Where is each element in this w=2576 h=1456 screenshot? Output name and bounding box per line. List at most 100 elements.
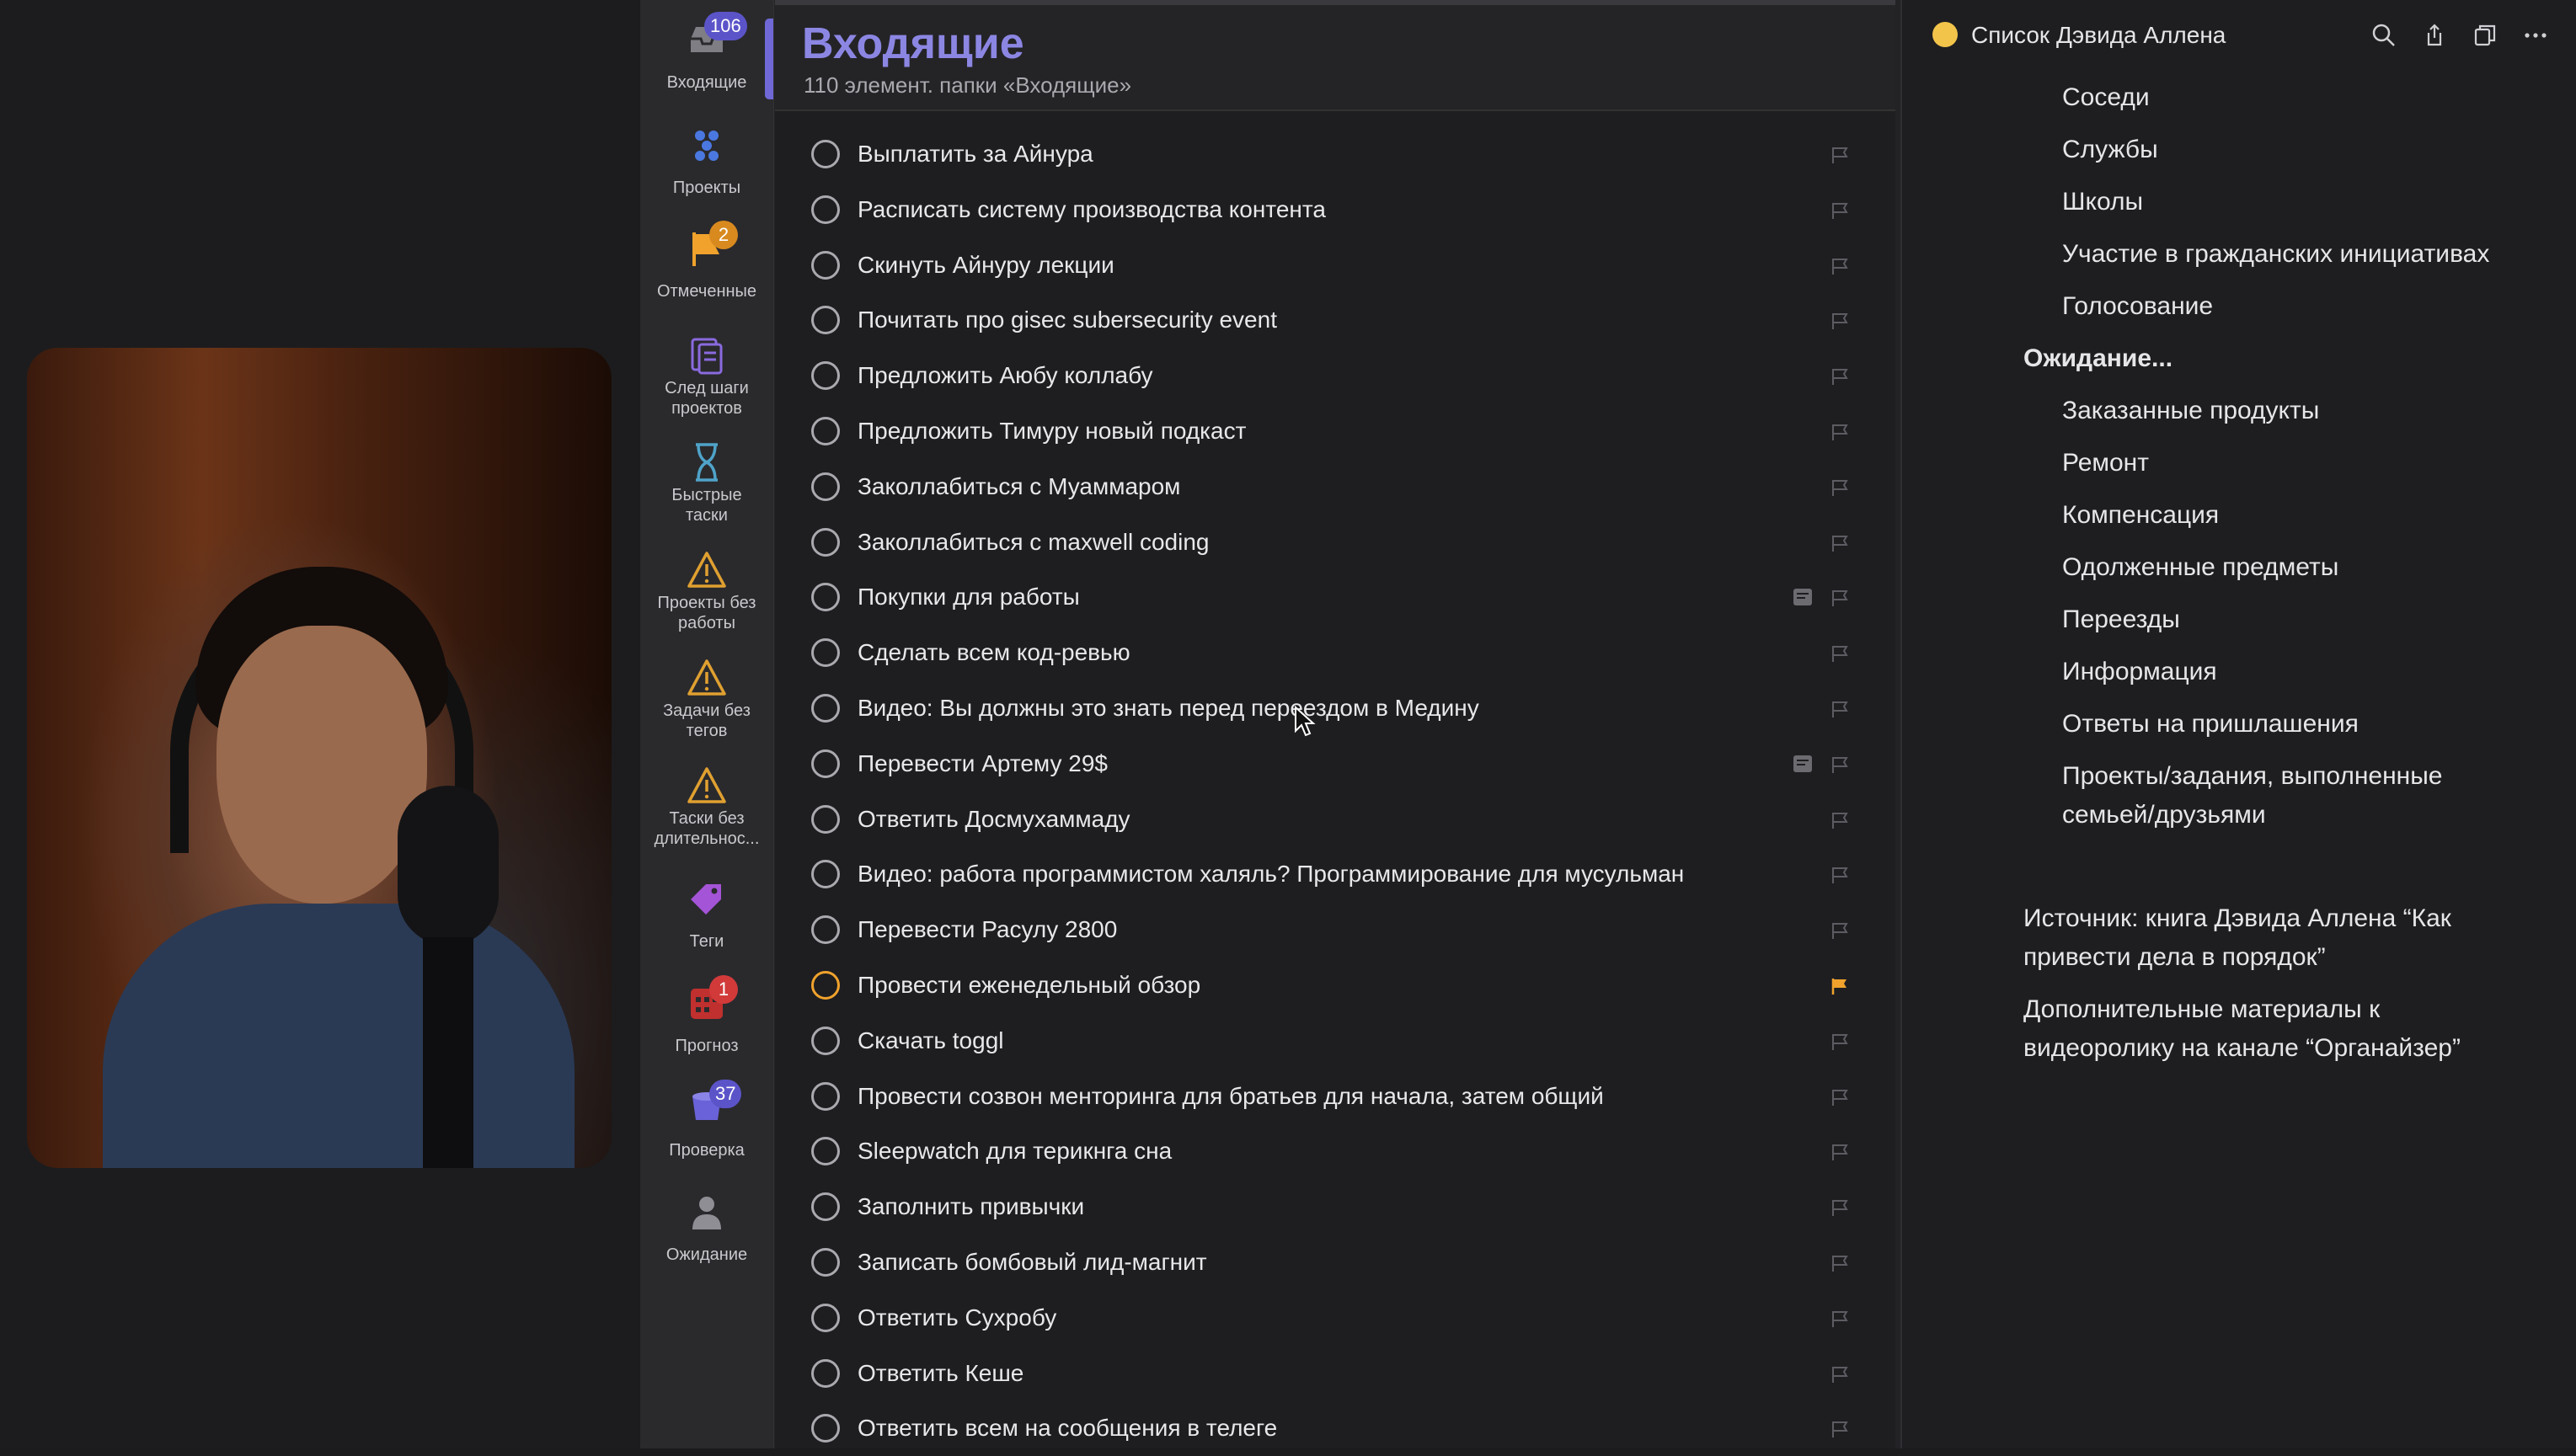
- task-checkbox[interactable]: [811, 140, 840, 168]
- task-row[interactable]: Расписать систему производства контента: [775, 182, 1870, 237]
- task-title[interactable]: Скачать toggl: [858, 1027, 1004, 1055]
- task-title[interactable]: Заполнить привычки: [858, 1192, 1084, 1221]
- flag-outline-icon[interactable]: [1830, 477, 1850, 498]
- task-checkbox[interactable]: [811, 1414, 840, 1443]
- flag-outline-icon[interactable]: [1830, 920, 1850, 941]
- task-row[interactable]: Предложить Тимуру новый подкаст: [775, 403, 1870, 459]
- task-title[interactable]: Записать бомбовый лид-магнит: [858, 1248, 1207, 1277]
- task-title[interactable]: Ответить Сухробу: [858, 1304, 1056, 1332]
- flag-outline-icon[interactable]: [1830, 256, 1850, 276]
- flag-outline-icon[interactable]: [1830, 1419, 1850, 1439]
- task-checkbox[interactable]: [811, 417, 840, 445]
- sidebar-item-9[interactable]: Теги: [640, 874, 773, 975]
- flag-outline-icon[interactable]: [1830, 145, 1850, 165]
- task-checkbox[interactable]: [811, 250, 840, 280]
- task-checkbox[interactable]: [811, 638, 840, 668]
- task-title[interactable]: Заколлабиться с Муаммаром: [858, 472, 1180, 501]
- task-checkbox[interactable]: [811, 1303, 840, 1332]
- flag-outline-icon[interactable]: [1830, 533, 1850, 553]
- task-title[interactable]: Предложить Аюбу коллабу: [858, 361, 1153, 390]
- flag-outline-icon[interactable]: [1830, 1197, 1850, 1218]
- task-title[interactable]: Предложить Тимуру новый подкаст: [858, 417, 1246, 445]
- task-row[interactable]: Перевести Расулу 2800: [775, 902, 1870, 957]
- task-title[interactable]: Сделать всем код-ревью: [858, 638, 1130, 667]
- task-row[interactable]: Записать бомбовый лид-магнит: [775, 1235, 1870, 1290]
- flag-outline-icon[interactable]: [1830, 311, 1850, 331]
- task-checkbox[interactable]: [811, 915, 840, 945]
- flag-filled-icon[interactable]: [1830, 976, 1850, 996]
- task-title[interactable]: Видео: Вы должны это знать перед переезд…: [858, 694, 1479, 723]
- task-checkbox[interactable]: [811, 694, 840, 723]
- task-checkbox[interactable]: [811, 1358, 840, 1388]
- task-title[interactable]: Расписать систему производства контента: [858, 195, 1326, 224]
- flag-outline-icon[interactable]: [1830, 1309, 1850, 1329]
- task-checkbox[interactable]: [811, 971, 840, 1000]
- sidebar-item-12[interactable]: Ожидание: [640, 1187, 773, 1288]
- task-checkbox[interactable]: [811, 1137, 840, 1166]
- flag-outline-icon[interactable]: [1830, 200, 1850, 221]
- task-row[interactable]: Ответить Сухробу: [775, 1290, 1870, 1346]
- sidebar-item-1[interactable]: Входящие 106: [640, 12, 773, 116]
- search-icon[interactable]: [2370, 22, 2397, 49]
- more-icon[interactable]: [2522, 22, 2549, 49]
- task-row[interactable]: Заколлабиться с maxwell coding: [775, 515, 1870, 570]
- task-checkbox[interactable]: [811, 472, 840, 501]
- task-title[interactable]: Покупки для работы: [858, 583, 1080, 611]
- flag-outline-icon[interactable]: [1830, 1364, 1850, 1384]
- task-title[interactable]: Видео: работа программистом халяль? Прог…: [858, 860, 1684, 888]
- flag-outline-icon[interactable]: [1830, 1253, 1850, 1273]
- flag-outline-icon[interactable]: [1830, 699, 1850, 719]
- task-title[interactable]: Ответить Кеше: [858, 1359, 1023, 1388]
- task-title[interactable]: Провести созвон менторинга для братьев д…: [858, 1082, 1604, 1111]
- task-title[interactable]: Перевести Артему 29$: [858, 749, 1108, 778]
- task-row[interactable]: Видео: Вы должны это знать перед переезд…: [775, 680, 1870, 736]
- task-row[interactable]: Покупки для работы: [775, 569, 1870, 625]
- flag-outline-icon[interactable]: [1830, 366, 1850, 387]
- task-checkbox[interactable]: [811, 361, 840, 391]
- flag-outline-icon[interactable]: [1830, 1087, 1850, 1107]
- task-checkbox[interactable]: [811, 860, 840, 889]
- task-checkbox[interactable]: [811, 804, 840, 834]
- sidebar-item-8[interactable]: Таски без длительнос...: [640, 761, 773, 862]
- task-checkbox[interactable]: [811, 527, 840, 557]
- task-checkbox[interactable]: [811, 749, 840, 778]
- task-row[interactable]: Ответить Кеше: [775, 1346, 1870, 1401]
- task-row[interactable]: Провести созвон менторинга для братьев д…: [775, 1069, 1870, 1124]
- task-row[interactable]: Перевести Артему 29$: [775, 736, 1870, 792]
- task-title[interactable]: Почитать про gisec subersecurity event: [858, 306, 1277, 334]
- task-checkbox[interactable]: [811, 1026, 840, 1055]
- task-title[interactable]: Выплатить за Айнура: [858, 140, 1093, 168]
- task-row[interactable]: Заколлабиться с Муаммаром: [775, 459, 1870, 515]
- task-row[interactable]: Видео: работа программистом халяль? Прог…: [775, 846, 1870, 902]
- flag-outline-icon[interactable]: [1830, 865, 1850, 885]
- task-row[interactable]: Выплатить за Айнура: [775, 126, 1870, 182]
- task-checkbox[interactable]: [811, 583, 840, 612]
- task-row[interactable]: Заполнить привычки: [775, 1179, 1870, 1235]
- flag-outline-icon[interactable]: [1830, 1032, 1850, 1052]
- task-row[interactable]: Провести еженедельный обзор: [775, 957, 1870, 1013]
- sidebar-item-11[interactable]: Проверка 37: [640, 1080, 773, 1184]
- task-row[interactable]: Почитать про gisec subersecurity event: [775, 292, 1870, 348]
- flag-outline-icon[interactable]: [1830, 643, 1850, 664]
- flag-outline-icon[interactable]: [1830, 588, 1850, 608]
- flag-outline-icon[interactable]: [1830, 422, 1850, 442]
- task-title[interactable]: Sleepwatch для терикнга сна: [858, 1137, 1172, 1165]
- task-row[interactable]: Предложить Аюбу коллабу: [775, 348, 1870, 403]
- sidebar-item-4[interactable]: След шаги проектов: [640, 331, 773, 432]
- flag-outline-icon[interactable]: [1830, 1142, 1850, 1162]
- task-title[interactable]: Провести еженедельный обзор: [858, 971, 1200, 1000]
- task-checkbox[interactable]: [811, 306, 840, 335]
- sidebar-item-2[interactable]: Проекты: [640, 120, 773, 221]
- task-title[interactable]: Заколлабиться с maxwell coding: [858, 528, 1209, 557]
- task-row[interactable]: Скачать toggl: [775, 1013, 1870, 1069]
- duplicate-icon[interactable]: [2472, 22, 2499, 49]
- share-icon[interactable]: [2421, 22, 2448, 49]
- task-title[interactable]: Ответить Досмухаммаду: [858, 805, 1130, 834]
- task-checkbox[interactable]: [811, 1192, 840, 1222]
- note-icon[interactable]: [1793, 755, 1813, 773]
- task-row[interactable]: Скинуть Айнуру лекции: [775, 237, 1870, 293]
- task-row[interactable]: Ответить всем на сообщения в телеге: [775, 1400, 1870, 1456]
- sidebar-item-10[interactable]: Прогноз 1: [640, 975, 773, 1080]
- task-checkbox[interactable]: [811, 195, 840, 224]
- task-row[interactable]: Ответить Досмухаммаду: [775, 792, 1870, 847]
